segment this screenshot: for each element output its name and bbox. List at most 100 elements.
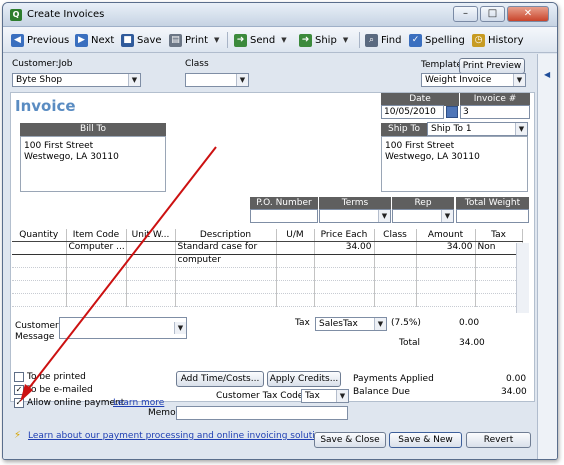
invoice-number-field[interactable]: 3 xyxy=(460,105,530,119)
table-cell[interactable] xyxy=(374,254,417,268)
table-row[interactable]: computer xyxy=(12,254,523,268)
terms-select[interactable]: ▼ xyxy=(319,209,391,223)
table-cell[interactable] xyxy=(126,280,176,294)
ship-button[interactable]: ➜ Ship ▼ xyxy=(299,32,348,48)
table-cell[interactable] xyxy=(475,254,523,268)
table-cell[interactable] xyxy=(126,254,176,268)
table-cell[interactable] xyxy=(475,293,523,307)
close-button[interactable]: ✕ xyxy=(507,6,549,22)
table-scrollbar[interactable] xyxy=(516,243,529,313)
table-cell[interactable]: computer xyxy=(175,254,277,268)
add-time-costs-button[interactable]: Add Time/Costs... xyxy=(176,371,264,387)
table-cell[interactable] xyxy=(12,280,67,294)
chevron-down-icon[interactable]: ▼ xyxy=(343,36,348,44)
maximize-button[interactable]: □ xyxy=(480,6,505,22)
customer-message-select[interactable]: ▼ xyxy=(59,317,187,339)
table-cell[interactable] xyxy=(416,280,476,294)
table-cell[interactable] xyxy=(276,280,315,294)
table-cell[interactable] xyxy=(314,280,375,294)
table-row[interactable] xyxy=(12,267,523,281)
table-cell[interactable] xyxy=(276,254,315,268)
column-header[interactable]: Tax xyxy=(475,229,523,242)
save-and-new-button[interactable]: Save & New xyxy=(389,432,462,448)
allow-online-payment-checkbox[interactable]: ✓ xyxy=(14,398,24,408)
to-be-emailed-checkbox[interactable]: ✓ xyxy=(14,385,24,395)
column-header[interactable]: Price Each xyxy=(314,229,375,242)
chevron-down-icon[interactable]: ▼ xyxy=(513,74,525,86)
column-header[interactable]: Item Code xyxy=(66,229,127,242)
table-cell[interactable] xyxy=(66,280,127,294)
table-cell[interactable] xyxy=(314,293,375,307)
tax-item-select[interactable]: SalesTax ▼ xyxy=(315,317,387,331)
table-cell[interactable] xyxy=(126,240,176,255)
previous-button[interactable]: ◀ Previous xyxy=(11,32,69,48)
spelling-button[interactable]: ✓ Spelling xyxy=(409,32,465,48)
table-cell[interactable] xyxy=(475,280,523,294)
table-row[interactable] xyxy=(12,280,523,294)
table-cell[interactable] xyxy=(12,254,67,268)
learn-payment-processing-link[interactable]: Learn about our payment processing and o… xyxy=(28,431,334,441)
chevron-down-icon[interactable]: ▼ xyxy=(174,322,186,334)
column-header[interactable]: Description xyxy=(175,229,277,242)
table-cell[interactable] xyxy=(276,240,315,255)
total-weight-field[interactable] xyxy=(456,209,529,223)
minimize-button[interactable]: – xyxy=(453,6,478,22)
table-cell[interactable] xyxy=(314,267,375,281)
date-field[interactable]: 10/05/2010 xyxy=(381,105,444,119)
class-select[interactable]: ▼ xyxy=(185,73,249,87)
print-preview-button[interactable]: Print Preview xyxy=(459,58,525,74)
customer-tax-code-select[interactable]: Tax ▼ xyxy=(301,389,349,403)
table-cell[interactable] xyxy=(416,267,476,281)
chevron-down-icon[interactable]: ▼ xyxy=(236,74,248,86)
table-cell[interactable] xyxy=(276,267,315,281)
table-cell[interactable]: Standard case for xyxy=(175,240,277,255)
bill-to-address[interactable]: 100 First Street Westwego, LA 30110 xyxy=(20,136,166,192)
to-be-printed-checkbox[interactable] xyxy=(14,372,24,382)
table-cell[interactable] xyxy=(175,280,277,294)
chevron-down-icon[interactable]: ▼ xyxy=(128,74,140,86)
table-row[interactable]: Computer ... Standard case for 34.00 34.… xyxy=(12,240,523,255)
apply-credits-button[interactable]: Apply Credits... xyxy=(267,371,341,387)
column-header[interactable]: Unit W... xyxy=(126,229,176,242)
table-cell[interactable]: 34.00 xyxy=(314,240,375,255)
table-cell[interactable] xyxy=(314,254,375,268)
table-cell[interactable] xyxy=(374,267,417,281)
customer-job-select[interactable]: Byte Shop ▼ xyxy=(12,73,141,87)
send-button[interactable]: ➜ Send ▼ xyxy=(234,32,287,48)
table-cell[interactable] xyxy=(66,254,127,268)
table-cell[interactable] xyxy=(12,293,67,307)
chevron-down-icon[interactable]: ▼ xyxy=(515,123,527,135)
table-cell[interactable] xyxy=(66,267,127,281)
find-button[interactable]: ⌕ Find xyxy=(365,32,402,48)
next-button[interactable]: ▶ Next xyxy=(75,32,114,48)
history-pane-toggle[interactable]: ◀ xyxy=(537,54,557,459)
table-cell[interactable] xyxy=(175,267,277,281)
table-cell[interactable] xyxy=(374,293,417,307)
chevron-down-icon[interactable]: ▼ xyxy=(374,318,386,330)
ship-to-select[interactable]: Ship To 1 ▼ xyxy=(427,122,528,136)
ship-to-address[interactable]: 100 First Street Westwego, LA 30110 xyxy=(381,136,528,192)
po-number-field[interactable] xyxy=(250,209,318,223)
chevron-down-icon[interactable]: ▼ xyxy=(281,36,286,44)
table-cell[interactable] xyxy=(66,293,127,307)
table-cell[interactable] xyxy=(12,267,67,281)
table-cell[interactable] xyxy=(475,267,523,281)
chevron-down-icon[interactable]: ▼ xyxy=(441,210,453,222)
print-button[interactable]: ▤ Print ▼ xyxy=(169,32,219,48)
table-cell[interactable] xyxy=(374,280,417,294)
chevron-down-icon[interactable]: ▼ xyxy=(214,36,219,44)
table-cell[interactable] xyxy=(126,293,176,307)
column-header[interactable]: Amount xyxy=(416,229,476,242)
table-cell[interactable] xyxy=(175,293,277,307)
calendar-icon[interactable] xyxy=(446,106,458,118)
column-header[interactable]: Quantity xyxy=(12,229,67,242)
column-header[interactable]: U/M xyxy=(276,229,315,242)
table-cell[interactable] xyxy=(12,240,67,255)
revert-button[interactable]: Revert xyxy=(466,432,531,448)
expand-arrow-icon[interactable]: ◀ xyxy=(544,70,550,79)
table-row[interactable] xyxy=(12,293,523,307)
table-cell[interactable]: 34.00 xyxy=(416,240,476,255)
history-button[interactable]: ◷ History xyxy=(472,32,524,48)
save-button[interactable]: ■ Save xyxy=(121,32,162,48)
table-cell[interactable] xyxy=(126,267,176,281)
